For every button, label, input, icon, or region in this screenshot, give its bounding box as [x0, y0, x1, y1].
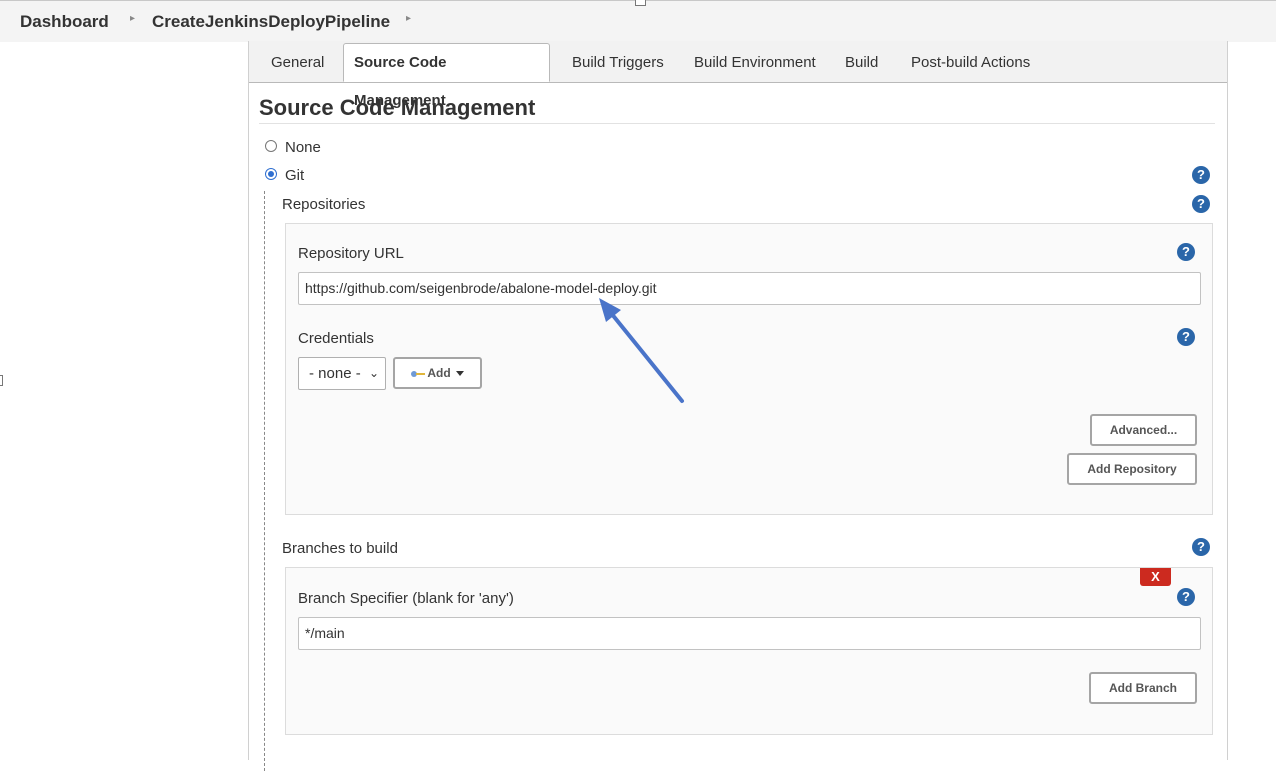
annotation-arrow	[599, 298, 684, 403]
